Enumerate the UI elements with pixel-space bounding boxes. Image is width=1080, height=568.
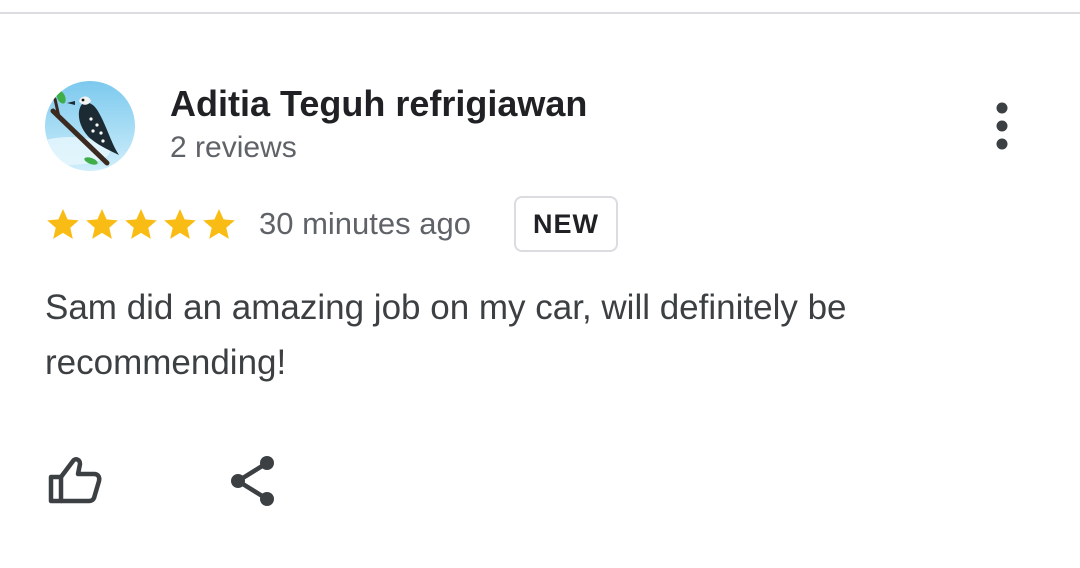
share-button[interactable]: [226, 452, 282, 510]
bird-avatar-icon: [45, 81, 135, 171]
thumbs-up-icon: [48, 457, 102, 504]
top-divider: [0, 12, 1080, 14]
star-icon: [44, 204, 82, 244]
reviewer-name[interactable]: Aditia Teguh refrigiawan: [170, 82, 587, 126]
star-rating: [44, 204, 238, 244]
star-icon: [122, 204, 160, 244]
reviewer-avatar[interactable]: [45, 81, 135, 171]
more-options-button[interactable]: [980, 98, 1024, 156]
star-icon: [200, 204, 238, 244]
star-icon: [83, 204, 121, 244]
like-button[interactable]: [44, 450, 104, 510]
reviewer-review-count: 2 reviews: [170, 131, 297, 164]
share-icon: [231, 456, 274, 506]
new-badge: NEW: [514, 196, 618, 252]
star-icon: [161, 204, 199, 244]
review-time: 30 minutes ago: [259, 206, 471, 241]
review-text: Sam did an amazing job on my car, will d…: [45, 288, 847, 382]
more-vertical-icon: [996, 102, 1008, 150]
